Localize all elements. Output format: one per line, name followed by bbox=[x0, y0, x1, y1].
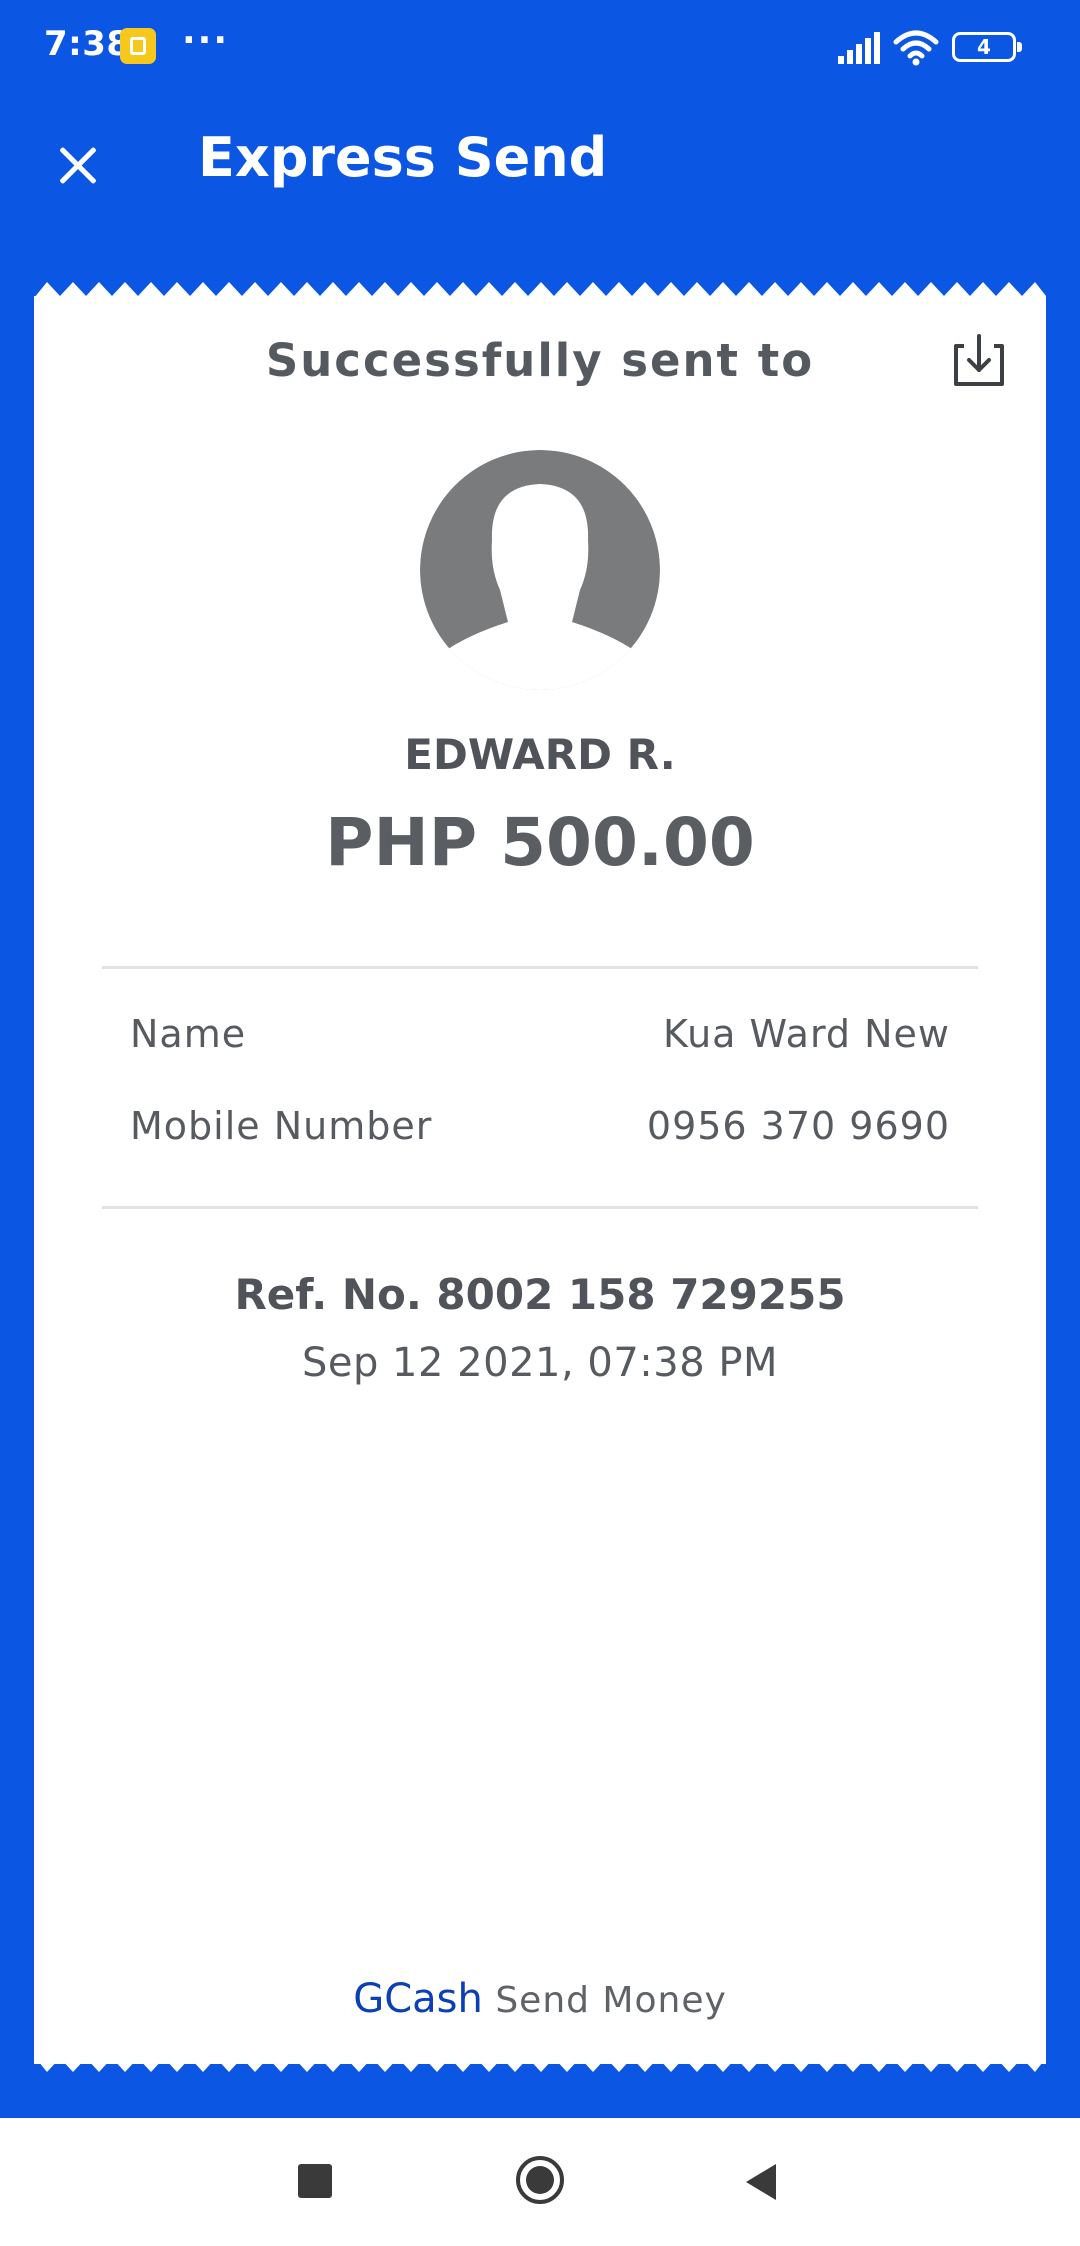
battery-icon: 4 bbox=[952, 32, 1022, 62]
detail-value-mobile: 0956 370 9690 bbox=[646, 1104, 950, 1148]
notification-app-icon bbox=[120, 28, 156, 64]
back-triangle-icon[interactable] bbox=[744, 2162, 778, 2202]
gcash-logo-text: GCash bbox=[353, 1976, 483, 2022]
close-icon[interactable] bbox=[48, 136, 108, 196]
navigation-bar bbox=[0, 2118, 1080, 2246]
divider bbox=[102, 1206, 978, 1209]
app-header: Express Send bbox=[0, 96, 1080, 276]
success-label: Successfully sent to bbox=[265, 334, 815, 387]
download-icon[interactable] bbox=[948, 332, 1010, 394]
detail-label-mobile: Mobile Number bbox=[130, 1104, 433, 1148]
footer-brand: GCash Send Money bbox=[34, 1976, 1046, 2022]
home-circle-icon[interactable] bbox=[514, 2154, 566, 2206]
receipt-card: Successfully sent to EDWARD R. PHP 500.0… bbox=[34, 296, 1046, 2064]
recents-square-icon[interactable] bbox=[298, 2164, 332, 2198]
receipt-bottom-edge bbox=[34, 2056, 1046, 2072]
detail-value-name: Kua Ward New bbox=[663, 1012, 950, 1056]
reference-number: Ref. No. 8002 158 729255 bbox=[234, 1270, 846, 1319]
page-title: Express Send bbox=[198, 126, 608, 189]
wifi-icon bbox=[893, 30, 939, 66]
divider bbox=[102, 966, 978, 969]
signal-icon bbox=[838, 32, 880, 64]
person-silhouette-icon bbox=[420, 450, 660, 690]
transaction-datetime: Sep 12 2021, 07:38 PM bbox=[301, 1340, 779, 1386]
more-notifications-icon: ··· bbox=[182, 20, 230, 61]
status-bar: 7:38 ··· 4 bbox=[0, 0, 1080, 96]
recipient-name: EDWARD R. bbox=[404, 730, 676, 779]
receipt-top-edge bbox=[34, 282, 1046, 298]
status-time: 7:38 bbox=[44, 24, 131, 64]
amount-sent: PHP 500.00 bbox=[325, 804, 755, 881]
detail-label-name: Name bbox=[130, 1012, 247, 1056]
footer-service: Send Money bbox=[495, 1980, 727, 2021]
